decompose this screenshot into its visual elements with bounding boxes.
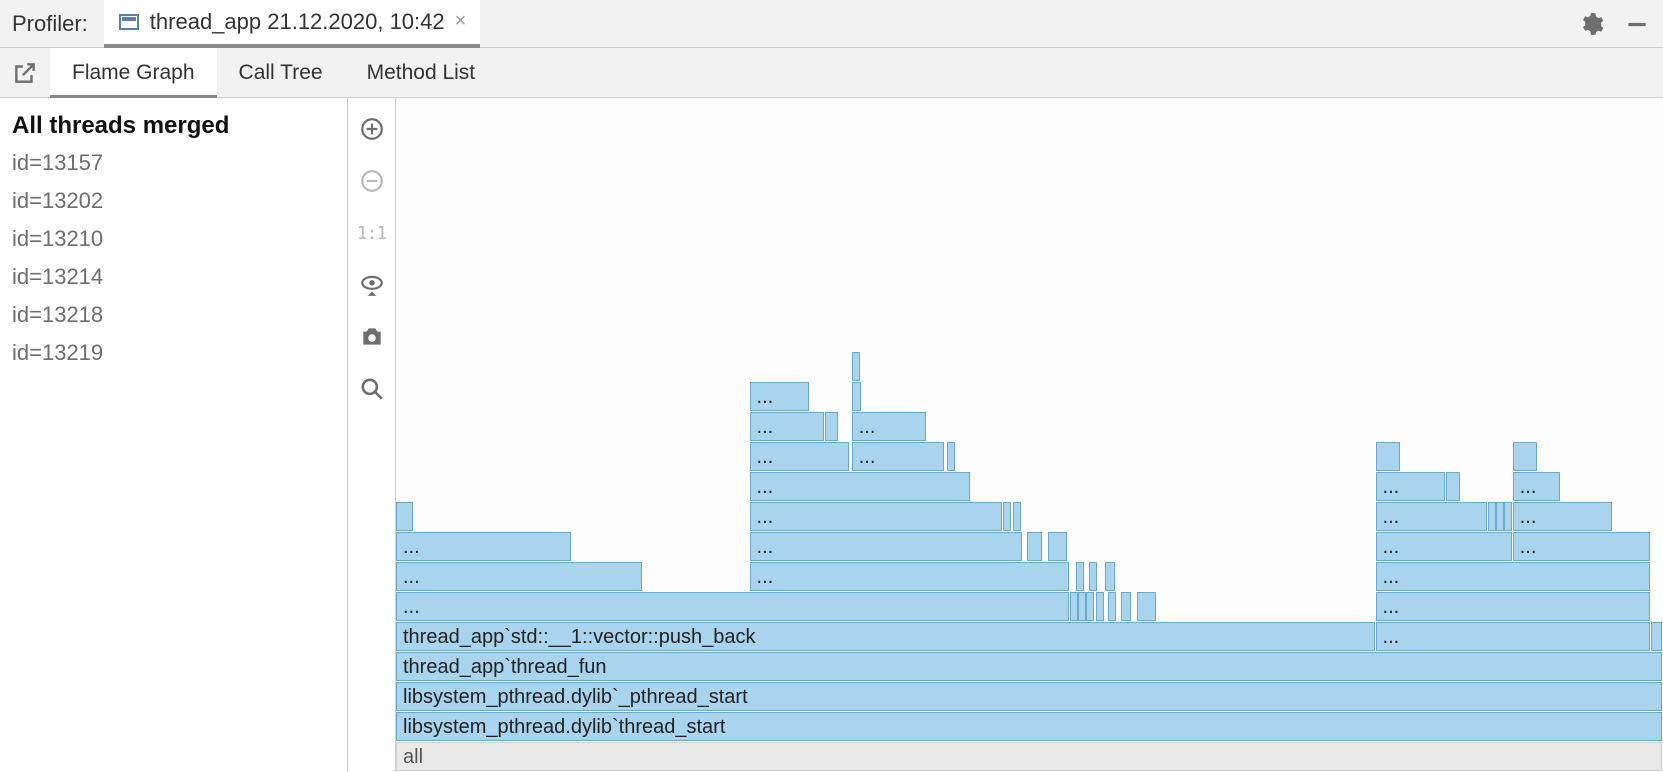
minimize-icon[interactable]	[1617, 4, 1657, 44]
flame-frame[interactable]	[1013, 502, 1021, 531]
flame-frame[interactable]	[852, 382, 861, 411]
flame-frame[interactable]: ...	[750, 442, 849, 471]
flame-frame[interactable]: ...	[1376, 472, 1445, 501]
flame-frame[interactable]	[825, 412, 838, 441]
flame-frame[interactable]	[1078, 592, 1086, 621]
flame-frame[interactable]	[1513, 442, 1537, 471]
flame-frame[interactable]	[852, 352, 860, 381]
flame-frame[interactable]	[1070, 592, 1078, 621]
flame-frame[interactable]	[1108, 592, 1116, 621]
thread-item[interactable]: id=13202	[12, 182, 347, 220]
all-threads-merged[interactable]: All threads merged	[12, 108, 347, 144]
flame-frame[interactable]	[1003, 502, 1011, 531]
thread-item[interactable]: id=13157	[12, 144, 347, 182]
flame-frame[interactable]	[1137, 592, 1156, 621]
flame-frame[interactable]: ...	[396, 532, 571, 561]
flame-frame[interactable]: ...	[1513, 532, 1650, 561]
flame-frame[interactable]	[1076, 562, 1084, 591]
flame-frame[interactable]: ...	[1376, 592, 1650, 621]
flame-frame[interactable]	[1048, 532, 1067, 561]
flame-frame[interactable]	[1027, 532, 1042, 561]
flame-frame[interactable]	[1488, 502, 1496, 531]
flame-frame[interactable]	[947, 442, 955, 471]
reset-zoom-icon[interactable]: 1:1	[355, 216, 389, 250]
flame-toolbar: 1:1	[348, 98, 396, 772]
tab-method-list[interactable]: Method List	[345, 48, 498, 98]
flame-frame[interactable]	[1446, 472, 1460, 501]
zoom-out-icon[interactable]	[355, 164, 389, 198]
thread-item[interactable]: id=13214	[12, 258, 347, 296]
flame-frame[interactable]: ...	[750, 502, 1002, 531]
session-tab-label: thread_app 21.12.2020, 10:42	[150, 9, 445, 35]
flame-frame[interactable]: ...	[1376, 502, 1487, 531]
flame-frame[interactable]: ...	[852, 412, 926, 441]
flame-frame[interactable]: ...	[1376, 532, 1512, 561]
flame-frame[interactable]	[1105, 562, 1115, 591]
flame-frame[interactable]	[1376, 442, 1400, 471]
flame-graph-canvas[interactable]: alllibsystem_pthread.dylib`thread_startl…	[396, 98, 1663, 772]
focus-icon[interactable]	[355, 268, 389, 302]
flame-frame[interactable]	[1096, 592, 1104, 621]
flame-frame[interactable]	[1496, 502, 1504, 531]
flame-frame[interactable]	[1651, 622, 1662, 651]
search-icon[interactable]	[355, 372, 389, 406]
flame-frame[interactable]: ...	[750, 472, 970, 501]
tab-flame-graph[interactable]: Flame Graph	[50, 48, 217, 98]
thread-item[interactable]: id=13218	[12, 296, 347, 334]
thread-list: All threads merged id=13157id=13202id=13…	[0, 98, 348, 772]
profiler-tab-strip: Profiler: thread_app 21.12.2020, 10:42 ×	[0, 0, 1663, 48]
flame-frame[interactable]	[1089, 562, 1097, 591]
flame-frame[interactable]: ...	[1376, 562, 1650, 591]
flame-frame[interactable]	[1086, 592, 1094, 621]
flame-frame[interactable]: ...	[750, 562, 1070, 591]
flame-frame[interactable]: thread_app`thread_fun	[396, 652, 1662, 681]
zoom-in-icon[interactable]	[355, 112, 389, 146]
flame-root[interactable]: all	[396, 742, 1662, 771]
flame-frame[interactable]	[1504, 502, 1512, 531]
flame-frame[interactable]	[396, 502, 413, 531]
flame-frame[interactable]: libsystem_pthread.dylib`thread_start	[396, 712, 1662, 741]
flame-frame[interactable]: ...	[1513, 472, 1560, 501]
flame-frame[interactable]	[1121, 592, 1131, 621]
session-tab[interactable]: thread_app 21.12.2020, 10:42 ×	[104, 0, 481, 48]
flame-frame[interactable]: ...	[852, 442, 944, 471]
flame-frame[interactable]: ...	[1376, 622, 1650, 651]
tab-call-tree[interactable]: Call Tree	[217, 48, 345, 98]
flame-frame[interactable]: ...	[396, 592, 1069, 621]
flame-frame[interactable]: ...	[750, 382, 809, 411]
flame-frame[interactable]: ...	[750, 412, 824, 441]
thread-item[interactable]: id=13210	[12, 220, 347, 258]
flame-frame[interactable]: thread_app`std::__1::vector::push_back	[396, 622, 1375, 651]
camera-icon[interactable]	[355, 320, 389, 354]
flame-frame[interactable]: ...	[750, 532, 1022, 561]
flame-frame[interactable]: libsystem_pthread.dylib`_pthread_start	[396, 682, 1662, 711]
flame-frame[interactable]: ...	[1513, 502, 1612, 531]
window-icon	[118, 11, 140, 33]
gear-icon[interactable]	[1571, 4, 1611, 44]
pop-out-icon[interactable]	[0, 60, 50, 86]
thread-item[interactable]: id=13219	[12, 334, 347, 372]
close-icon[interactable]: ×	[455, 10, 467, 33]
flame-frame[interactable]: ...	[396, 562, 642, 591]
view-tabs: Flame Graph Call Tree Method List	[0, 48, 1663, 98]
toolwindow-title: Profiler:	[0, 11, 104, 37]
